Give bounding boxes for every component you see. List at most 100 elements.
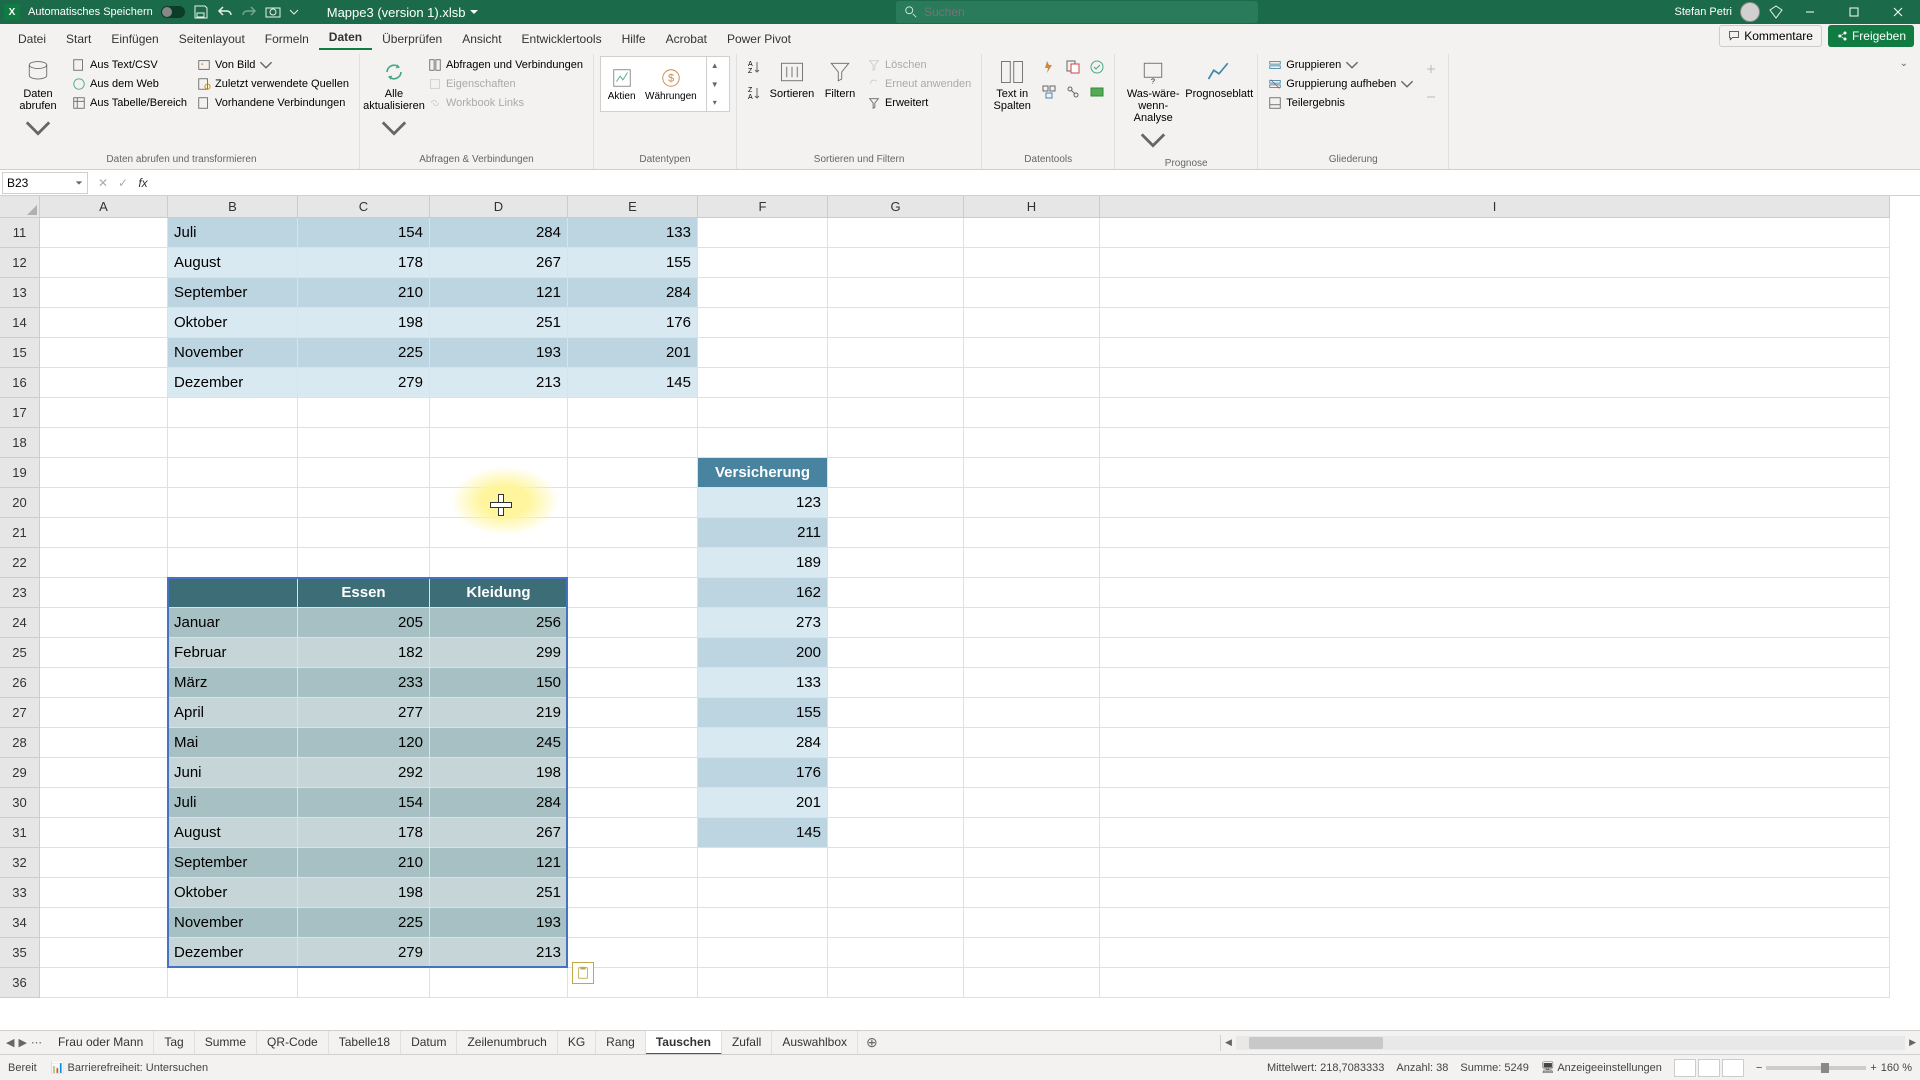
cell[interactable]: August	[168, 818, 298, 848]
cell[interactable]	[568, 818, 698, 848]
cell[interactable]	[698, 908, 828, 938]
cell[interactable]	[1100, 818, 1890, 848]
cell[interactable]	[1100, 248, 1890, 278]
advanced-filter-button[interactable]: Erweitert	[863, 94, 975, 112]
cell[interactable]: August	[168, 248, 298, 278]
cell[interactable]: November	[168, 908, 298, 938]
undo-icon[interactable]	[217, 4, 233, 20]
cell[interactable]: 279	[298, 368, 430, 398]
zoom-level[interactable]: 160 %	[1881, 1062, 1912, 1074]
cell[interactable]	[964, 848, 1100, 878]
cell[interactable]	[828, 728, 964, 758]
cell[interactable]	[964, 878, 1100, 908]
sort-desc-button[interactable]: ZA	[743, 82, 765, 104]
column-header[interactable]: A	[40, 196, 168, 218]
cell[interactable]: 145	[698, 818, 828, 848]
cell[interactable]	[40, 698, 168, 728]
cell[interactable]: 189	[698, 548, 828, 578]
cell[interactable]	[698, 308, 828, 338]
cell[interactable]	[568, 728, 698, 758]
cell[interactable]	[1100, 728, 1890, 758]
cell[interactable]	[168, 488, 298, 518]
cell[interactable]: 198	[298, 308, 430, 338]
ribbon-tab-daten[interactable]: Daten	[319, 25, 372, 50]
hide-detail-button[interactable]	[1420, 86, 1442, 108]
sheet-tab[interactable]: Auswahlbox	[772, 1031, 858, 1055]
cell[interactable]	[1100, 368, 1890, 398]
cell[interactable]: 292	[298, 758, 430, 788]
queries-connections-button[interactable]: Abfragen und Verbindungen	[424, 56, 587, 74]
cell[interactable]: 251	[430, 308, 568, 338]
cell[interactable]	[1100, 338, 1890, 368]
cell[interactable]	[1100, 968, 1890, 998]
text-to-columns-button[interactable]: Text in Spalten	[988, 56, 1036, 114]
cell[interactable]: Dezember	[168, 368, 298, 398]
cell[interactable]: 225	[298, 908, 430, 938]
sheet-tab[interactable]: Tag	[154, 1031, 194, 1055]
cell[interactable]: 279	[298, 938, 430, 968]
cell[interactable]	[568, 578, 698, 608]
cell[interactable]	[1100, 938, 1890, 968]
cell[interactable]: 121	[430, 278, 568, 308]
cell[interactable]	[698, 398, 828, 428]
cell[interactable]	[698, 878, 828, 908]
cell[interactable]: 267	[430, 248, 568, 278]
cell[interactable]	[828, 548, 964, 578]
cell[interactable]	[828, 938, 964, 968]
cell[interactable]	[828, 398, 964, 428]
remove-duplicates-button[interactable]	[1062, 56, 1084, 78]
cell[interactable]	[964, 278, 1100, 308]
cell[interactable]	[430, 968, 568, 998]
column-header[interactable]: F	[698, 196, 828, 218]
sheet-nav-prev[interactable]: ◀	[6, 1036, 14, 1049]
cell[interactable]: 150	[430, 668, 568, 698]
sheet-nav-next[interactable]: ▶	[18, 1036, 26, 1049]
cell[interactable]	[828, 488, 964, 518]
ribbon-tab-formeln[interactable]: Formeln	[255, 27, 319, 50]
cell[interactable]	[698, 848, 828, 878]
cell[interactable]	[828, 338, 964, 368]
row-header[interactable]: 31	[0, 818, 40, 848]
cell[interactable]: 176	[568, 308, 698, 338]
cell[interactable]: 284	[698, 728, 828, 758]
qat-more-icon[interactable]	[289, 4, 299, 20]
search-box[interactable]	[896, 1, 1258, 23]
cell[interactable]	[964, 428, 1100, 458]
cell[interactable]	[40, 428, 168, 458]
cell[interactable]: 205	[298, 608, 430, 638]
cell[interactable]: 154	[298, 788, 430, 818]
cell[interactable]: 219	[430, 698, 568, 728]
cell[interactable]	[298, 518, 430, 548]
cell[interactable]: 299	[430, 638, 568, 668]
cell[interactable]	[1100, 518, 1890, 548]
cell[interactable]	[40, 248, 168, 278]
cell[interactable]	[298, 398, 430, 428]
cell[interactable]: Mai	[168, 728, 298, 758]
cell[interactable]: 211	[698, 518, 828, 548]
cell[interactable]	[40, 308, 168, 338]
cell[interactable]	[828, 908, 964, 938]
cell[interactable]	[698, 428, 828, 458]
ribbon-tab-start[interactable]: Start	[56, 27, 101, 50]
cell[interactable]	[1100, 488, 1890, 518]
from-table-button[interactable]: Aus Tabelle/Bereich	[68, 94, 191, 112]
stocks-button[interactable]: Aktien	[608, 67, 636, 102]
cell[interactable]	[40, 968, 168, 998]
show-detail-button[interactable]	[1420, 58, 1442, 80]
ribbon-tab-einfügen[interactable]: Einfügen	[101, 27, 168, 50]
cell[interactable]: Juli	[168, 788, 298, 818]
cell[interactable]	[40, 818, 168, 848]
cell[interactable]	[568, 488, 698, 518]
what-if-button[interactable]: ?Was-wäre-wenn-Analyse	[1121, 56, 1185, 156]
cell[interactable]: 193	[430, 908, 568, 938]
cell[interactable]	[40, 548, 168, 578]
recent-sources-button[interactable]: Zuletzt verwendete Quellen	[193, 75, 353, 93]
cell[interactable]: Versicherung	[698, 458, 828, 488]
cell[interactable]	[828, 848, 964, 878]
cell[interactable]	[698, 278, 828, 308]
cell[interactable]	[964, 338, 1100, 368]
row-header[interactable]: 17	[0, 398, 40, 428]
page-layout-view-button[interactable]	[1698, 1059, 1720, 1077]
ribbon-tab-entwicklertools[interactable]: Entwicklertools	[512, 27, 612, 50]
ribbon-tab-überprüfen[interactable]: Überprüfen	[372, 27, 452, 50]
